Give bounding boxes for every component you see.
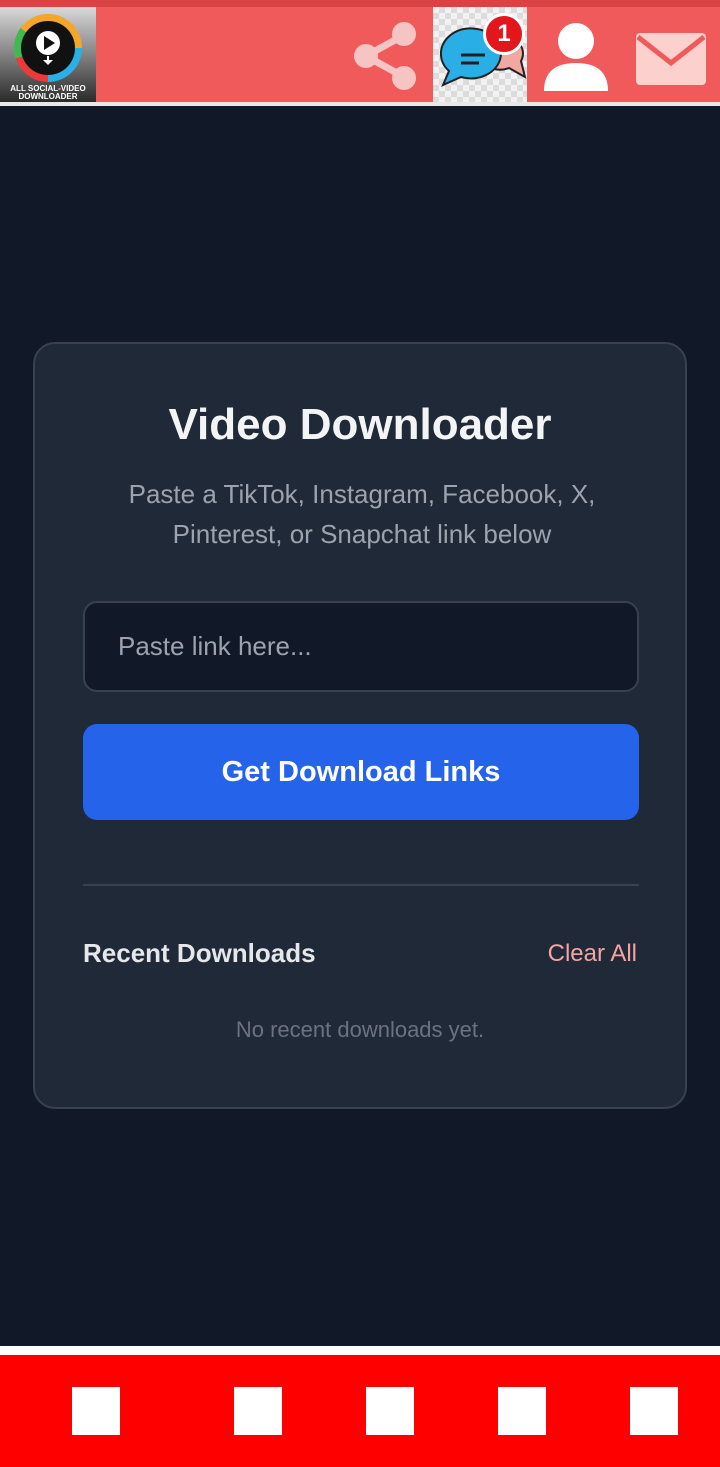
link-input[interactable] bbox=[83, 601, 639, 692]
user-icon bbox=[544, 23, 608, 91]
downloader-card: Video Downloader Paste a TikTok, Instagr… bbox=[33, 342, 687, 1109]
play-download-icon bbox=[36, 31, 60, 65]
app-logo[interactable]: All Social-Video Downloader bbox=[0, 7, 96, 102]
logo-ring-icon bbox=[14, 14, 82, 82]
bottom-tile-3[interactable] bbox=[366, 1387, 414, 1435]
bottom-tile-5[interactable] bbox=[630, 1387, 678, 1435]
mail-icon bbox=[636, 33, 706, 85]
bottom-tile-2[interactable] bbox=[234, 1387, 282, 1435]
bottom-tile-4[interactable] bbox=[498, 1387, 546, 1435]
divider bbox=[83, 884, 639, 886]
page-title: Video Downloader bbox=[168, 400, 552, 449]
mail-button[interactable] bbox=[634, 29, 708, 89]
profile-button[interactable] bbox=[540, 21, 612, 95]
empty-state-message: No recent downloads yet. bbox=[235, 1017, 485, 1042]
bottom-tile-1[interactable] bbox=[72, 1387, 120, 1435]
recent-downloads-heading: Recent Downloads bbox=[83, 938, 316, 968]
share-button[interactable] bbox=[348, 19, 422, 93]
chat-button[interactable]: 1 bbox=[433, 7, 527, 102]
logo-caption: All Social-Video Downloader bbox=[10, 84, 86, 101]
get-download-links-button[interactable]: Get Download Links bbox=[83, 724, 639, 820]
top-bar: All Social-Video Downloader 1 bbox=[0, 0, 720, 106]
bottom-bar bbox=[0, 1346, 720, 1467]
share-icon bbox=[354, 22, 416, 90]
page-subtitle: Paste a TikTok, Instagram, Facebook, X, … bbox=[128, 479, 596, 549]
notification-badge: 1 bbox=[483, 13, 525, 55]
clear-all-link[interactable]: Clear All bbox=[548, 940, 637, 968]
